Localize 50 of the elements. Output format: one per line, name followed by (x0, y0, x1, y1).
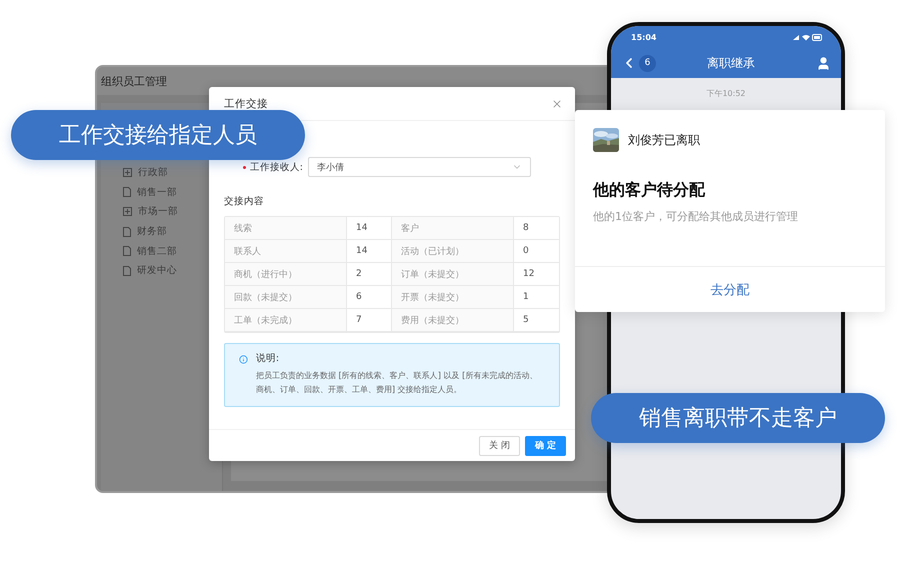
expand-icon[interactable] (123, 207, 132, 216)
row-label: 工单（未完成） (225, 309, 347, 332)
document-icon (123, 187, 131, 198)
card-title: 他的客户待分配 (593, 180, 706, 201)
document-icon (123, 266, 131, 276)
count-cell: 14 (347, 240, 392, 263)
tree-item[interactable]: 研发中心 (137, 264, 177, 278)
row-label: 订单（未提交） (392, 263, 514, 286)
tree-item[interactable]: 行政部 (138, 166, 168, 180)
document-icon (123, 226, 131, 237)
callout-pill: 销售离职带不走客户 (591, 393, 885, 443)
document-icon (123, 246, 131, 256)
window-title: 组织员工管理 (101, 74, 167, 88)
section-title: 交接内容 (224, 195, 265, 208)
row-label: 联系人 (225, 240, 347, 263)
user-icon[interactable] (816, 56, 831, 70)
tree-item[interactable]: 销售一部 (137, 186, 177, 199)
status-time: 15:04 (631, 32, 656, 42)
confirm-button[interactable]: 确定 (525, 436, 566, 456)
dialog-title: 工作交接 (224, 96, 268, 110)
row-label: 客户 (392, 217, 514, 240)
unread-badge: 6 (639, 54, 656, 72)
card-name: 刘俊芳已离职 (628, 132, 700, 148)
tree-item[interactable]: 财务部 (137, 225, 167, 238)
count-cell: 6 (347, 286, 392, 309)
count-cell: 8 (514, 217, 560, 240)
recipient-select[interactable]: 李小倩 (308, 157, 531, 177)
count-cell: 2 (347, 263, 392, 286)
card-subtitle: 他的1位客户，可分配给其他成员进行管理 (593, 209, 799, 224)
expand-icon[interactable] (123, 168, 132, 178)
close-icon[interactable] (551, 98, 563, 110)
status-icons (793, 34, 823, 40)
screen-title: 离职继承 (706, 54, 756, 72)
row-label: 线索 (225, 217, 347, 240)
notice-title: 说明: (256, 352, 280, 365)
row-label: 开票（未提交） (392, 286, 514, 309)
count-cell: 7 (347, 309, 392, 332)
callout-pill: 工作交接给指定人员 (11, 110, 305, 160)
row-label: 费用（未提交） (392, 309, 514, 332)
message-time: 下午10:52 (706, 88, 746, 99)
assign-link[interactable]: 去分配 (710, 280, 750, 298)
row-label: 活动（已计划） (392, 240, 514, 263)
count-cell: 14 (347, 217, 392, 240)
notice-text: 把员工负责的业务数据 [所有的线索、客户、联系人] 以及 [所有未完成的活动、商机、订单、回款、开票、工单、费用] 交接给指定人员。 (256, 369, 538, 396)
row-label: 回款（未提交） (225, 286, 347, 309)
tree-item[interactable]: 销售二部 (137, 244, 177, 258)
close-button[interactable]: 关闭 (479, 436, 520, 456)
row-label: 商机（进行中） (225, 263, 347, 286)
field-label: 工作接收人: (250, 160, 303, 174)
tree-item[interactable]: 市场一部 (138, 205, 178, 218)
